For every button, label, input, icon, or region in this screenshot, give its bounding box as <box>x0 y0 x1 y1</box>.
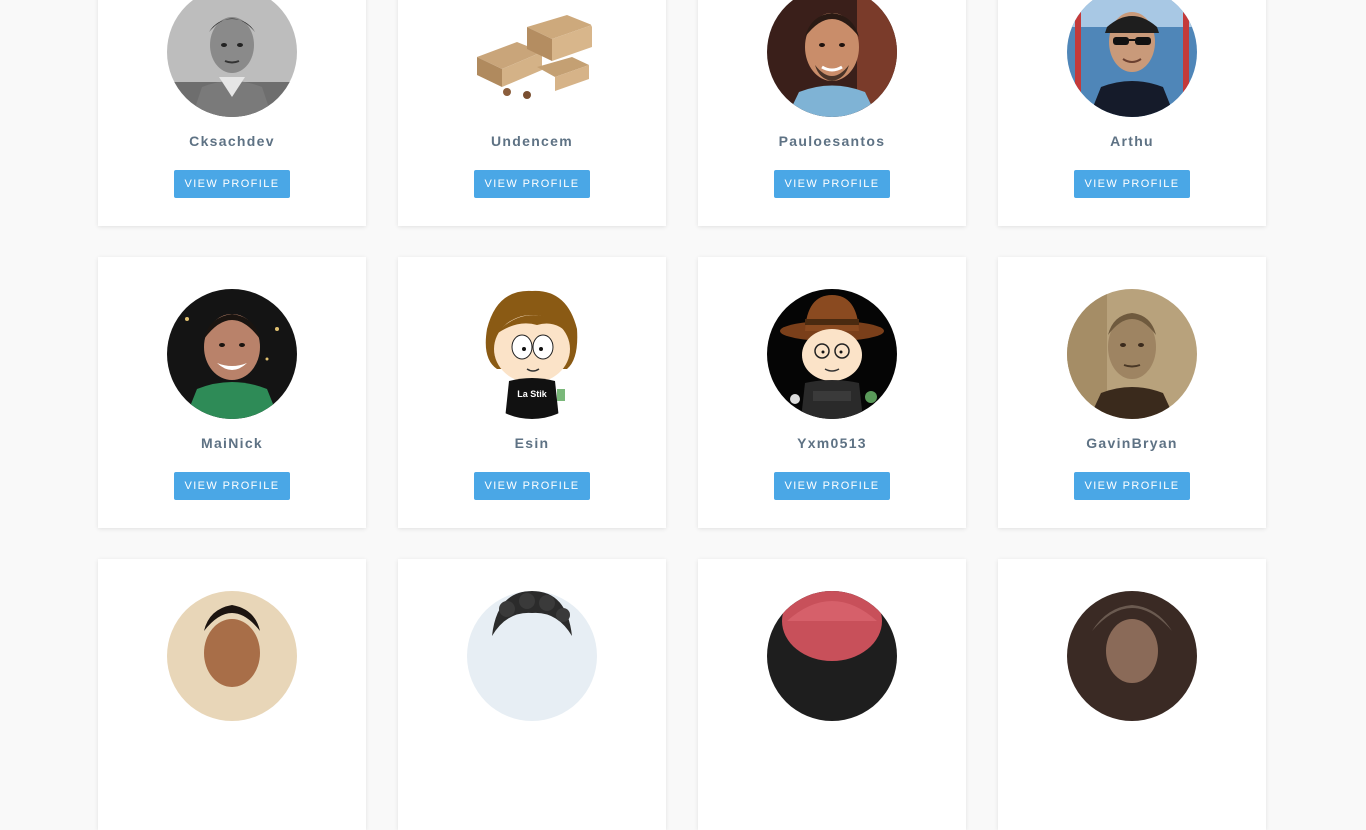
view-profile-button[interactable]: VIEW PROFILE <box>774 170 890 198</box>
avatar[interactable] <box>767 289 897 419</box>
profile-name: Cksachdev <box>189 133 275 149</box>
profile-name: MaiNick <box>200 435 263 451</box>
view-profile-button[interactable]: VIEW PROFILE <box>474 472 590 500</box>
avatar[interactable] <box>1067 0 1197 117</box>
avatar[interactable] <box>767 591 897 721</box>
profile-card <box>698 559 966 830</box>
profile-name: Yxm0513 <box>797 435 867 451</box>
avatar[interactable] <box>467 0 597 117</box>
svg-text:La Stik: La Stik <box>517 389 548 399</box>
view-profile-button[interactable]: VIEW PROFILE <box>174 170 290 198</box>
avatar[interactable] <box>167 289 297 419</box>
avatar[interactable] <box>1067 591 1197 721</box>
profile-card: La Stik Esin VIEW PROFILE <box>398 257 666 528</box>
avatar[interactable] <box>167 0 297 117</box>
view-profile-button[interactable]: VIEW PROFILE <box>1074 472 1190 500</box>
profile-name: Esin <box>514 435 550 451</box>
profile-grid: Cksachdev VIEW PROFILE Undencem VIEW PRO… <box>98 0 1268 830</box>
profile-card: MaiNick VIEW PROFILE <box>98 257 366 528</box>
avatar[interactable] <box>1067 289 1197 419</box>
profile-name: Undencem <box>491 133 573 149</box>
view-profile-button[interactable]: VIEW PROFILE <box>474 170 590 198</box>
view-profile-button[interactable]: VIEW PROFILE <box>774 472 890 500</box>
avatar[interactable] <box>467 591 597 721</box>
profile-card: Arthu VIEW PROFILE <box>998 0 1266 226</box>
profile-name: Pauloesantos <box>778 133 886 149</box>
view-profile-button[interactable]: VIEW PROFILE <box>1074 170 1190 198</box>
profile-name: Arthu <box>1110 133 1154 149</box>
profile-card <box>398 559 666 830</box>
profile-card: Cksachdev VIEW PROFILE <box>98 0 366 226</box>
avatar[interactable] <box>767 0 897 117</box>
profile-card: Yxm0513 VIEW PROFILE <box>698 257 966 528</box>
profile-card <box>998 559 1266 830</box>
avatar[interactable]: La Stik <box>467 289 597 419</box>
profile-card: Pauloesantos VIEW PROFILE <box>698 0 966 226</box>
profile-card: GavinBryan VIEW PROFILE <box>998 257 1266 528</box>
view-profile-button[interactable]: VIEW PROFILE <box>174 472 290 500</box>
profile-name: GavinBryan <box>1086 435 1178 451</box>
profile-card: Undencem VIEW PROFILE <box>398 0 666 226</box>
profile-card <box>98 559 366 830</box>
avatar[interactable] <box>167 591 297 721</box>
